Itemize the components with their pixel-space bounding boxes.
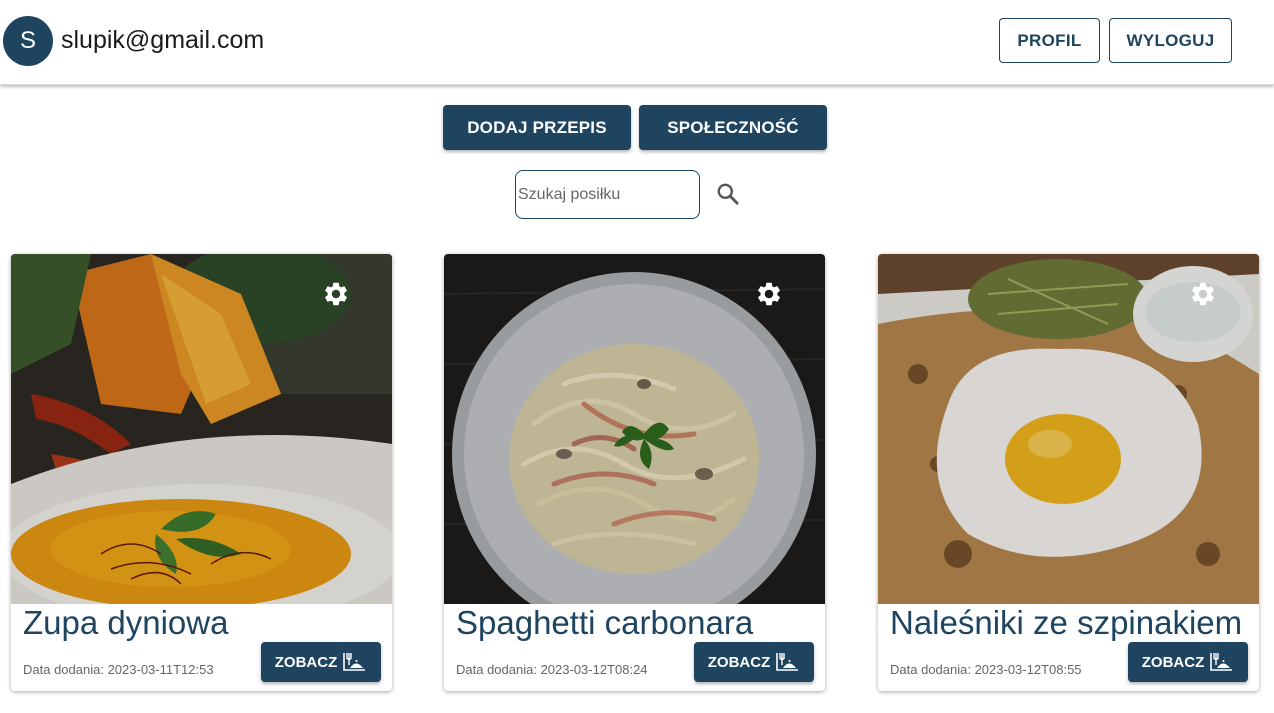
recipe-date: Data dodania: 2023-03-12T08:55	[890, 662, 1082, 677]
recipe-card: Naleśniki ze szpinakiem Data dodania: 20…	[878, 254, 1259, 691]
search-input[interactable]	[515, 170, 700, 219]
recipe-title: Spaghetti carbonara	[456, 604, 754, 641]
view-recipe-button[interactable]: ZOBACZ	[694, 642, 814, 682]
recipe-date: Data dodania: 2023-03-11T12:53	[23, 662, 214, 677]
view-recipe-button[interactable]: ZOBACZ	[261, 642, 381, 682]
view-recipe-label: ZOBACZ	[1141, 653, 1205, 671]
avatar[interactable]: S	[3, 16, 53, 66]
dining-icon	[343, 653, 366, 671]
view-recipe-label: ZOBACZ	[707, 653, 771, 671]
recipe-card: Zupa dyniowa Data dodania: 2023-03-11T12…	[11, 254, 392, 691]
dining-icon	[776, 653, 799, 671]
gear-icon[interactable]	[1189, 280, 1217, 308]
view-recipe-button[interactable]: ZOBACZ	[1128, 642, 1248, 682]
user-email: slupik@gmail.com	[61, 26, 265, 54]
logout-button[interactable]: WYLOGUJ	[1109, 18, 1232, 63]
profile-button[interactable]: PROFIL	[999, 18, 1100, 63]
gear-icon[interactable]	[322, 280, 350, 308]
dining-icon	[1210, 653, 1233, 671]
community-button[interactable]: SPOŁECZNOŚĆ	[639, 105, 827, 150]
recipe-title: Naleśniki ze szpinakiem	[890, 604, 1243, 641]
gear-icon[interactable]	[755, 280, 783, 308]
recipe-date: Data dodania: 2023-03-12T08:24	[456, 662, 648, 677]
recipe-card: Spaghetti carbonara Data dodania: 2023-0…	[444, 254, 825, 691]
top-bar: S slupik@gmail.com PROFIL WYLOGUJ	[0, 0, 1274, 85]
view-recipe-label: ZOBACZ	[274, 653, 338, 671]
recipe-title: Zupa dyniowa	[23, 604, 229, 641]
search-icon[interactable]	[712, 178, 744, 210]
add-recipe-button[interactable]: DODAJ PRZEPIS	[443, 105, 631, 150]
